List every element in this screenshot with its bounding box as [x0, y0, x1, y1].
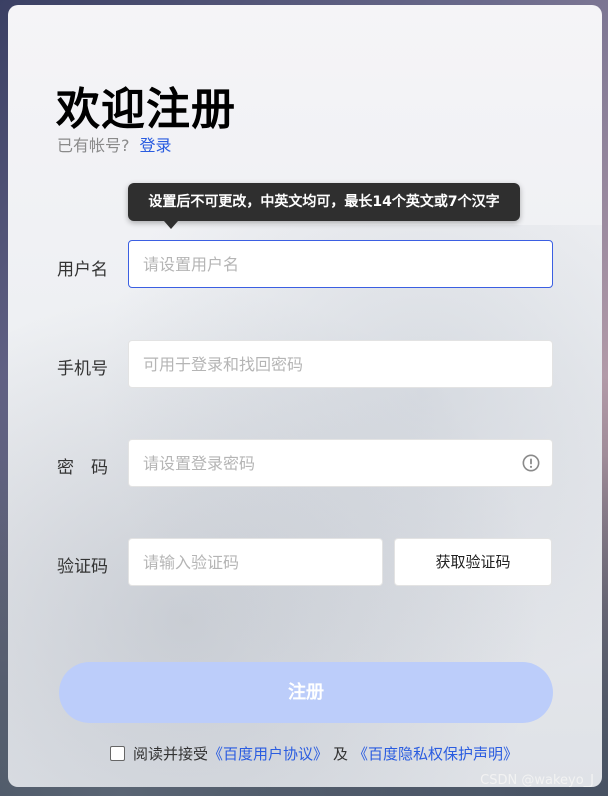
password-input[interactable]	[129, 440, 552, 486]
agreement-checkbox[interactable]	[110, 746, 125, 761]
phone-input[interactable]	[129, 341, 552, 387]
code-field	[128, 538, 383, 586]
username-label: 用户名	[57, 260, 108, 280]
phone-label: 手机号	[57, 359, 108, 379]
code-input[interactable]	[129, 539, 382, 585]
register-card: 欢迎注册 已有帐号? 登录 设置后不可更改，中英文均可，最长14个英文或7个汉字 …	[8, 5, 602, 787]
have-account-text: 已有帐号?	[57, 136, 130, 155]
agreement-row: 阅读并接受 《百度用户协议》 及 《百度隐私权保护声明》	[110, 743, 518, 764]
code-label: 验证码	[57, 557, 108, 577]
have-account-row: 已有帐号? 登录	[57, 132, 172, 156]
phone-field	[128, 340, 553, 388]
agreement-and: 及	[333, 745, 349, 763]
username-tooltip: 设置后不可更改，中英文均可，最长14个英文或7个汉字	[128, 183, 520, 221]
page-title: 欢迎注册	[56, 84, 236, 135]
tooltip-arrow	[164, 221, 178, 229]
username-input[interactable]	[129, 241, 552, 287]
privacy-link[interactable]: 《百度隐私权保护声明》	[353, 743, 518, 764]
password-field	[128, 439, 553, 487]
login-link[interactable]: 登录	[140, 136, 172, 155]
password-label: 密 码	[57, 458, 108, 478]
info-circle-icon[interactable]	[522, 454, 540, 472]
agreement-prefix: 阅读并接受	[133, 745, 209, 763]
user-agreement-link[interactable]: 《百度用户协议》	[208, 743, 328, 764]
register-button[interactable]: 注册	[59, 662, 553, 723]
username-field	[128, 240, 553, 288]
get-code-button[interactable]: 获取验证码	[394, 538, 552, 586]
watermark: CSDN @wakeyo_J	[480, 773, 594, 788]
